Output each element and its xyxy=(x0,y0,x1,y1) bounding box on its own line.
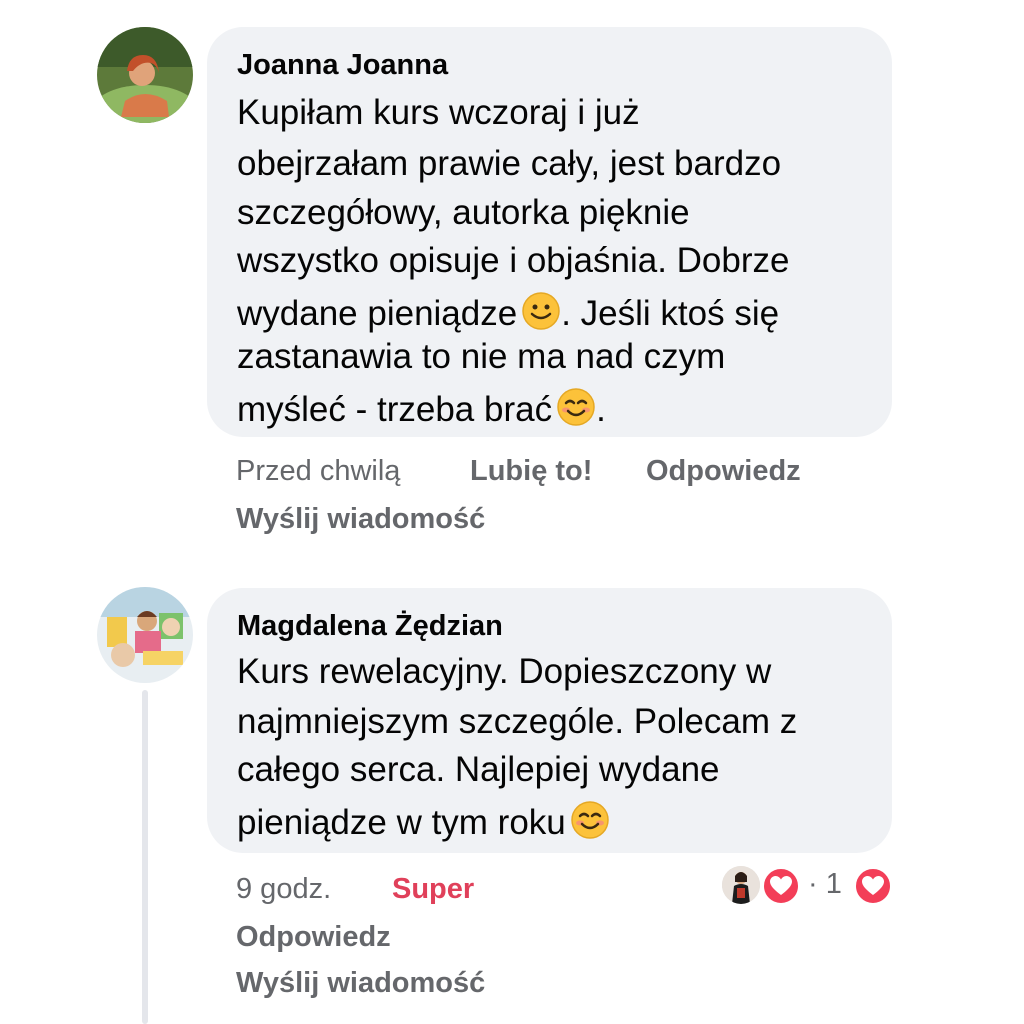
super-reaction-button[interactable]: Super xyxy=(392,873,474,906)
comment-text-line: obejrzałam prawie cały, jest bardzo xyxy=(237,144,782,183)
like-button[interactable]: Lubię to! xyxy=(470,455,592,488)
comment-text-line: szczegółowy, autorka pięknie xyxy=(237,193,690,232)
heart-icon xyxy=(762,867,800,905)
thread-line xyxy=(142,690,148,1024)
reactor-avatar xyxy=(722,866,760,904)
comment-text-line-with-emoji: pieniądze w tym roku xyxy=(237,800,610,840)
reply-button[interactable]: Odpowiedz xyxy=(646,455,801,488)
comment-text-fragment: myśleć - trzeba brać xyxy=(237,390,553,429)
comment-author[interactable]: Joanna Joanna xyxy=(237,49,448,82)
avatar[interactable] xyxy=(97,27,193,123)
avatar-photo xyxy=(97,27,193,123)
comment-bubble: Magdalena Żędzian Kurs rewelacyjny. Dopi… xyxy=(207,588,892,853)
comment-text-fragment: . xyxy=(596,390,606,429)
reply-button[interactable]: Odpowiedz xyxy=(236,921,391,954)
smiling-face-with-smiling-eyes-emoji xyxy=(557,388,595,426)
heart-icon xyxy=(854,867,892,905)
comment-text-line: Kurs rewelacyjny. Dopieszczony w xyxy=(237,652,772,691)
comment-text-line-with-emoji: myśleć - trzeba brać . xyxy=(237,387,606,427)
comment-text-line: zastanawia to nie ma nad czym xyxy=(237,337,726,376)
comment-text-line: wszystko opisuje i objaśnia. Dobrze xyxy=(237,241,790,280)
comment-text-line: Kupiłam kurs wczoraj i już xyxy=(237,93,640,132)
comment-text-fragment: pieniądze w tym roku xyxy=(237,803,566,842)
send-message-button[interactable]: Wyślij wiadomość xyxy=(236,503,485,536)
smiling-face-with-smiling-eyes-emoji xyxy=(571,801,609,839)
comment-author[interactable]: Magdalena Żędzian xyxy=(237,610,503,643)
comment-text-line-with-emoji: wydane pieniądze . Jeśli ktoś się xyxy=(237,291,779,331)
slightly-smiling-face-emoji xyxy=(522,292,560,330)
comment-text-fragment: . Jeśli ktoś się xyxy=(561,294,780,333)
comment-text-line: najmniejszym szczególe. Polecam z xyxy=(237,702,798,741)
reaction-count: · 1 xyxy=(808,868,842,900)
comment-text-fragment: wydane pieniądze xyxy=(237,294,518,333)
avatar[interactable] xyxy=(97,587,193,683)
comment-timestamp[interactable]: 9 godz. xyxy=(236,873,331,906)
comment-bubble: Joanna Joanna Kupiłam kurs wczoraj i już… xyxy=(207,27,892,437)
avatar-photo xyxy=(97,587,193,683)
comment-text-line: całego serca. Najlepiej wydane xyxy=(237,750,720,789)
comment-timestamp[interactable]: Przed chwilą xyxy=(236,455,400,488)
send-message-button[interactable]: Wyślij wiadomość xyxy=(236,967,485,1000)
